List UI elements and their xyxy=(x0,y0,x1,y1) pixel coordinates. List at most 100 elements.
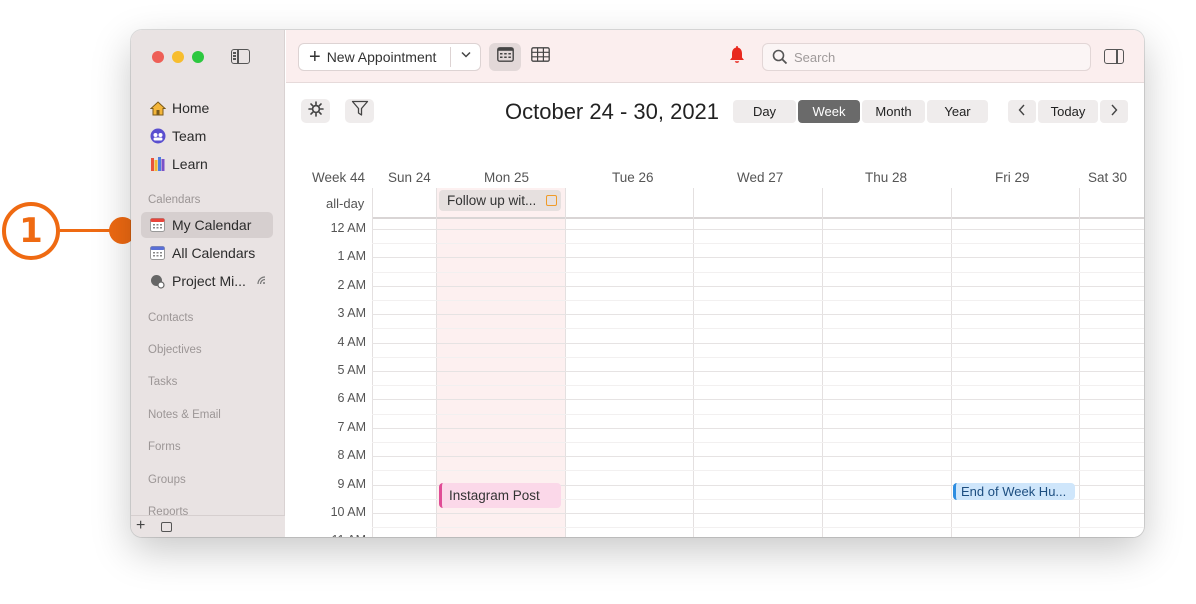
add-calendar-button[interactable]: + xyxy=(136,517,145,535)
books-icon xyxy=(149,156,166,173)
view-year-button[interactable]: Year xyxy=(927,100,988,123)
callout-line xyxy=(60,229,116,232)
hour-gridline xyxy=(372,229,1144,230)
sidebar-item-learn[interactable]: Learn xyxy=(141,151,273,177)
half-hour-gridline xyxy=(372,527,1144,529)
day-header-sat[interactable]: Sat 30 xyxy=(1088,170,1127,185)
sidebar-section-objectives[interactable]: Objectives xyxy=(148,344,202,356)
new-appointment-button[interactable]: + New Appointment xyxy=(298,43,481,71)
previous-week-button[interactable] xyxy=(1008,100,1036,123)
sidebar-section-forms[interactable]: Forms xyxy=(148,441,181,453)
settings-button[interactable] xyxy=(301,99,330,123)
sidebar-item-label: Learn xyxy=(172,156,208,172)
date-range-title: October 24 - 30, 2021 xyxy=(505,99,720,124)
new-appointment-label: New Appointment xyxy=(326,49,437,65)
event-instagram-post[interactable]: Instagram Post xyxy=(439,483,561,508)
sidebar-section-tasks[interactable]: Tasks xyxy=(148,376,177,388)
half-hour-gridline xyxy=(372,300,1144,301)
hour-gridline xyxy=(372,285,1144,287)
view-week-button[interactable]: Week xyxy=(798,100,860,123)
hour-label: 3 AM xyxy=(337,306,367,321)
close-window-button[interactable] xyxy=(152,51,164,63)
hour-label: 10 AM xyxy=(330,505,366,519)
home-icon xyxy=(149,100,166,117)
chevron-down-icon[interactable] xyxy=(461,50,471,61)
sidebar-item-label: Home xyxy=(172,100,210,116)
sidebar-item-my-calendar[interactable]: My Calendar xyxy=(141,212,273,238)
sidebar-section-notes-email[interactable]: Notes & Email xyxy=(148,409,221,421)
calendar-blue-icon xyxy=(149,245,166,262)
half-hour-gridline xyxy=(372,243,1144,245)
app-window: Home Team Learn Calendars My Calendar Al… xyxy=(131,30,1144,537)
search-icon xyxy=(772,49,788,65)
hour-gridline xyxy=(372,371,1144,372)
sidebar-item-all-calendars[interactable]: All Calendars xyxy=(141,240,273,266)
chevron-left-icon xyxy=(1018,104,1026,119)
grid-view-icon xyxy=(530,47,550,67)
half-hour-gridline xyxy=(372,413,1144,415)
task-checkbox-icon[interactable] xyxy=(546,195,557,206)
minimize-window-button[interactable] xyxy=(172,51,184,63)
mini-calendar-icon[interactable] xyxy=(161,522,172,532)
team-icon xyxy=(149,128,166,145)
hour-label: 12 AM xyxy=(330,221,366,235)
filter-button[interactable] xyxy=(345,99,374,123)
sidebar-item-project[interactable]: Project Mi... xyxy=(141,268,273,294)
sidebar-section-groups[interactable]: Groups xyxy=(148,474,186,486)
hour-gridline xyxy=(372,257,1144,259)
project-gear-icon xyxy=(149,273,166,290)
inspector-toggle-icon[interactable] xyxy=(1104,49,1124,64)
event-end-of-week[interactable]: End of Week Hu... xyxy=(953,483,1075,500)
sidebar-item-home[interactable]: Home xyxy=(141,95,273,121)
half-hour-gridline xyxy=(372,328,1144,330)
sidebar-item-label: All Calendars xyxy=(172,245,256,261)
callout-number: 1 xyxy=(2,202,60,260)
hour-label: 7 AM xyxy=(337,419,367,434)
event-title: Follow up wit... xyxy=(447,193,537,208)
sidebar-section-contacts[interactable]: Contacts xyxy=(148,312,193,324)
sidebar: Home Team Learn Calendars My Calendar Al… xyxy=(131,30,285,537)
hour-label: 1 AM xyxy=(337,249,367,264)
sidebar-item-label: My Calendar xyxy=(172,217,252,233)
day-header-thu[interactable]: Thu 28 xyxy=(865,170,907,185)
today-button[interactable]: Today xyxy=(1038,100,1098,123)
hour-label: 6 AM xyxy=(337,391,367,406)
all-day-label: all-day xyxy=(326,196,365,211)
hour-gridline xyxy=(372,513,1144,514)
half-hour-gridline xyxy=(372,271,1144,273)
shared-icon xyxy=(256,275,266,288)
sidebar-item-label: Team xyxy=(172,128,207,144)
hour-label: 8 AM xyxy=(337,448,367,463)
toolbar: + New Appointment Search xyxy=(286,30,1144,83)
week-number-label: Week 44 xyxy=(312,170,366,185)
next-week-button[interactable] xyxy=(1100,100,1128,123)
filter-icon xyxy=(351,100,369,122)
hour-gridline xyxy=(372,342,1144,344)
hour-label: 11 AM xyxy=(331,533,366,537)
day-header-sun[interactable]: Sun 24 xyxy=(388,170,431,185)
sidebar-item-team[interactable]: Team xyxy=(141,123,273,149)
day-header-mon[interactable]: Mon 25 xyxy=(484,170,529,185)
view-day-button[interactable]: Day xyxy=(733,100,796,123)
hour-label: 4 AM xyxy=(337,334,367,349)
sidebar-toggle-icon[interactable] xyxy=(231,49,250,64)
calendars-section-header: Calendars xyxy=(148,194,201,206)
gear-icon xyxy=(307,100,324,122)
zoom-window-button[interactable] xyxy=(192,51,204,63)
bell-icon[interactable] xyxy=(728,46,746,70)
hour-gridline xyxy=(372,399,1144,401)
day-header-tue[interactable]: Tue 26 xyxy=(612,170,654,185)
calendar-view-icon xyxy=(496,47,514,67)
hour-label: 2 AM xyxy=(337,277,367,292)
event-follow-up[interactable]: Follow up wit... xyxy=(439,190,561,211)
event-title: End of Week Hu... xyxy=(961,484,1067,499)
calendar-week-view: October 24 - 30, 2021 Day Week Month Yea… xyxy=(286,84,1144,537)
calendar-view-button[interactable] xyxy=(489,43,521,71)
calendar-red-icon xyxy=(149,217,166,234)
hour-label: 5 AM xyxy=(337,363,367,377)
day-header-wed[interactable]: Wed 27 xyxy=(737,170,783,185)
view-month-button[interactable]: Month xyxy=(862,100,925,123)
search-field[interactable]: Search xyxy=(762,43,1091,71)
grid-view-button[interactable] xyxy=(524,43,556,71)
day-header-fri[interactable]: Fri 29 xyxy=(995,170,1030,185)
